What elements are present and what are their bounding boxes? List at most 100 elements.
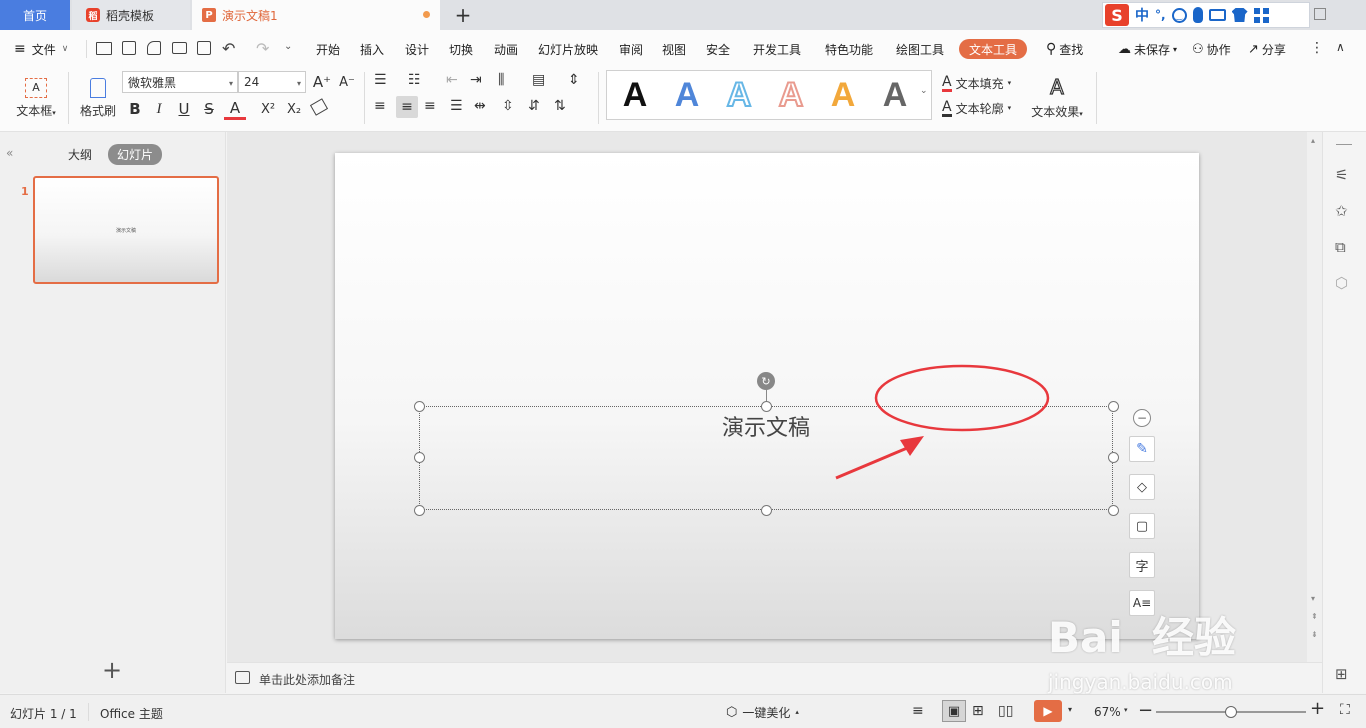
ime-punct-toggle[interactable]: °, [1155, 8, 1166, 22]
toolbox-grid-icon[interactable] [1253, 7, 1269, 23]
keyboard-icon[interactable] [1208, 9, 1226, 21]
resize-handle-w[interactable] [414, 452, 425, 463]
notes-toggle-icon[interactable]: ≡ [912, 703, 924, 719]
text-wrap-icon[interactable]: 字 [1129, 552, 1155, 578]
subscript-button[interactable]: X₂ [282, 98, 306, 120]
eraser-icon[interactable] [309, 98, 329, 116]
fit-window-icon[interactable]: ⛶ [1340, 702, 1350, 718]
resize-handle-sw[interactable] [414, 505, 425, 516]
font-size-select[interactable]: 24 ▾ [238, 71, 306, 93]
collaborate-button[interactable]: ⚇ 协作 [1192, 30, 1231, 68]
distribute-icon[interactable]: ⇹ [474, 98, 486, 114]
wordart-style-4[interactable]: A [769, 75, 813, 115]
line-spacing-more-icon[interactable]: ⇕ [568, 72, 580, 88]
wordart-style-3[interactable]: A [717, 75, 761, 115]
paragraph-spacing-icon[interactable]: ⇵ [528, 98, 540, 114]
textbox-button[interactable]: A 文本框▾ [10, 72, 62, 124]
slide-sorter-icon[interactable]: ⊞ [972, 703, 984, 719]
print-preview-icon[interactable] [197, 41, 211, 55]
resize-handle-se[interactable] [1108, 505, 1119, 516]
resize-handle-s[interactable] [761, 505, 772, 516]
menu-tab-6[interactable]: 幻灯片放映 [538, 30, 598, 68]
emoji-icon[interactable]: ‿ [1171, 7, 1187, 23]
menu-tab-8[interactable]: 视图 [662, 30, 686, 68]
notes-placeholder[interactable]: 单击此处添加备注 [259, 671, 355, 688]
cube-icon[interactable]: ⬡ [1335, 274, 1348, 292]
zoom-menu-caret-icon[interactable]: ▾ [1124, 706, 1128, 714]
column-icon[interactable]: ⇅ [554, 98, 566, 114]
menu-tab-3[interactable]: 设计 [405, 30, 429, 68]
align-center-icon[interactable]: ≡ [396, 96, 418, 118]
justify-icon[interactable]: ☰ [450, 98, 463, 114]
shape-fill-icon[interactable]: ◇ [1129, 474, 1155, 500]
tab-home[interactable]: 首页 [0, 0, 70, 30]
play-slideshow-button[interactable]: ▶ [1034, 700, 1062, 722]
tab-slides[interactable]: 幻灯片 [108, 144, 163, 165]
normal-view-icon[interactable]: ▣ [942, 700, 966, 722]
italic-button[interactable]: I [148, 98, 170, 120]
zoom-slider[interactable] [1156, 706, 1306, 718]
slide-thumbnail[interactable]: 演示文稿 [33, 176, 219, 284]
zoom-slider-thumb[interactable] [1225, 706, 1237, 718]
resize-handle-e[interactable] [1108, 452, 1119, 463]
resize-handle-ne[interactable] [1108, 401, 1119, 412]
ime-mode-toggle[interactable]: 中 [1135, 5, 1149, 25]
export-pdf-icon[interactable] [147, 41, 161, 55]
increase-font-size-button[interactable]: A⁺ [312, 71, 332, 93]
menu-tab-11[interactable]: 特色功能 [825, 30, 873, 68]
zoom-out-button[interactable]: − [1138, 700, 1153, 721]
underline-button[interactable]: U [173, 98, 195, 120]
unsaved-cloud-button[interactable]: ☁ 未保存 ▾ [1118, 30, 1177, 68]
slideshow-options-icon[interactable]: ▾ [1068, 705, 1072, 714]
sogou-logo-icon[interactable]: S [1105, 4, 1129, 26]
properties-sliders-icon[interactable]: ⚟ [1335, 166, 1348, 184]
menu-tab-2[interactable]: 插入 [360, 30, 384, 68]
superscript-button[interactable]: X² [256, 98, 280, 120]
new-tab-button[interactable]: + [452, 3, 474, 27]
tab-document[interactable]: P 演示文稿1 [192, 0, 440, 30]
tab-docer-template[interactable]: 稻 稻壳模板 [72, 0, 190, 30]
menu-tab-4[interactable]: 切换 [449, 30, 473, 68]
microphone-icon[interactable] [1192, 7, 1203, 23]
decrease-font-size-button[interactable]: A⁻ [337, 71, 357, 93]
menu-tab-7[interactable]: 审阅 [619, 30, 643, 68]
align-text-icon[interactable]: ▤ [532, 72, 545, 88]
font-name-select[interactable]: 微软雅黑 ▾ [122, 71, 238, 93]
align-left-icon[interactable]: ≡ [374, 98, 386, 114]
scroll-up-icon[interactable]: ▴ [1311, 136, 1315, 145]
open-folder-icon[interactable] [96, 42, 112, 55]
text-outline-button[interactable]: A 文本轮廓 ▾ [942, 97, 1011, 119]
canvas-scrollbar[interactable]: ▴ ▾ ⇞ ⇟ [1307, 132, 1322, 662]
apps-grid-icon[interactable]: ⊞ [1335, 665, 1348, 683]
increase-indent-icon[interactable]: ⇥ [470, 72, 482, 88]
collapse-quick-tools-icon[interactable]: − [1133, 409, 1151, 427]
menu-tab-5[interactable]: 动画 [494, 30, 518, 68]
collapse-ribbon-icon[interactable]: ∧ [1336, 40, 1345, 54]
font-color-button[interactable]: A [224, 98, 246, 120]
quick-access-more-icon[interactable]: ⌄ [284, 41, 292, 52]
resize-handle-nw[interactable] [414, 401, 425, 412]
strikethrough-button[interactable]: S [198, 98, 220, 120]
beautify-button[interactable]: ⬡ 一键美化 ▴ [726, 703, 799, 721]
print-icon[interactable] [172, 42, 187, 54]
reading-view-icon[interactable]: ▯▯ [998, 703, 1013, 719]
wordart-style-6[interactable]: A [873, 75, 917, 115]
decrease-indent-icon[interactable]: ⇤ [446, 72, 458, 88]
text-direction-icon[interactable]: ⫼ [498, 72, 504, 88]
wordart-style-1[interactable]: A [613, 75, 657, 115]
add-slide-button[interactable]: + [100, 656, 124, 684]
format-painter-button[interactable]: 格式刷 [76, 72, 120, 124]
menu-tab-12[interactable]: 绘图工具 [896, 30, 944, 68]
numbering-icon[interactable]: ☷ [408, 72, 421, 88]
restore-window-icon[interactable] [1314, 8, 1326, 20]
wordart-style-2[interactable]: A [665, 75, 709, 115]
tab-outline[interactable]: 大纲 [68, 146, 92, 163]
align-right-icon[interactable]: ≡ [424, 98, 436, 114]
magic-star-icon[interactable]: ✩ [1335, 202, 1348, 220]
zoom-level[interactable]: 67% [1094, 705, 1121, 719]
wordart-gallery-more-icon[interactable]: ⌄ [920, 86, 928, 96]
more-options-icon[interactable]: ⋮ [1310, 40, 1324, 56]
bullets-icon[interactable]: ☰ [374, 72, 387, 88]
line-spacing-icon[interactable]: ⇳ [502, 98, 514, 114]
redo-icon[interactable]: ↷ [256, 39, 269, 58]
